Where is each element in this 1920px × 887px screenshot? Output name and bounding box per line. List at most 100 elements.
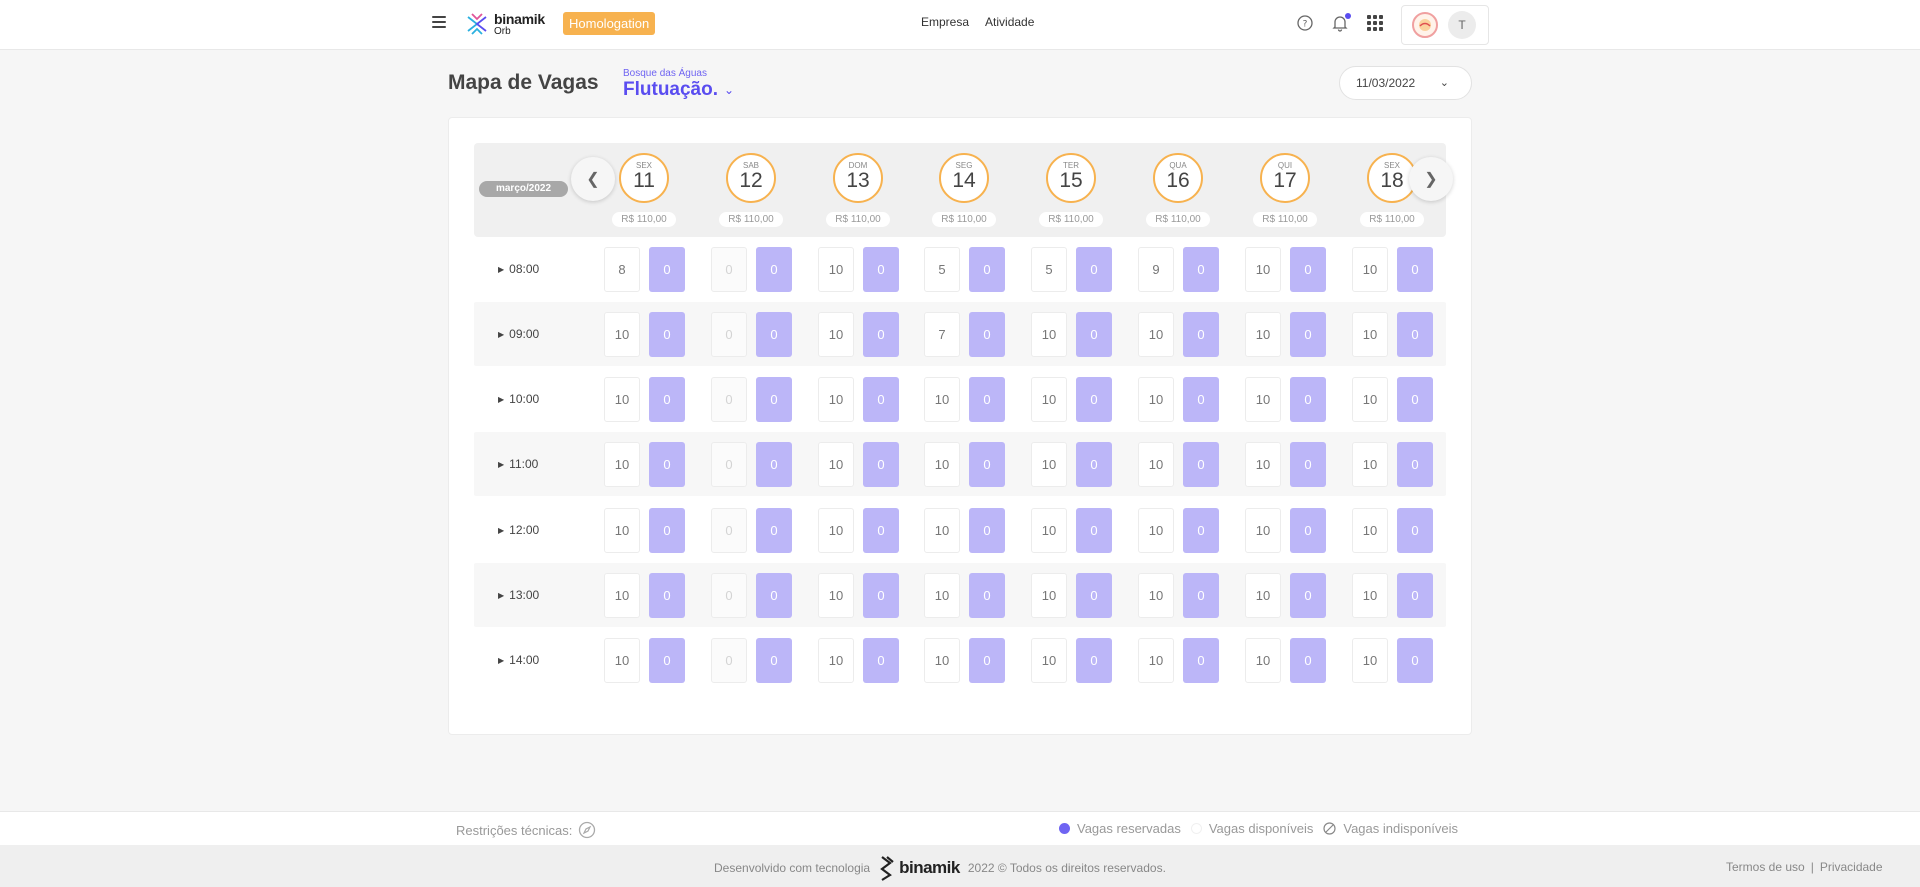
available-slots-cell[interactable]: 7 [924, 312, 960, 357]
reserved-slots-cell[interactable]: 0 [1183, 312, 1219, 357]
reserved-slots-cell[interactable]: 0 [756, 377, 792, 422]
available-slots-cell[interactable]: 10 [1245, 377, 1281, 422]
available-slots-cell[interactable]: 10 [1138, 573, 1174, 618]
available-slots-cell[interactable]: 10 [924, 638, 960, 683]
reserved-slots-cell[interactable]: 0 [756, 638, 792, 683]
reserved-slots-cell[interactable]: 0 [1183, 508, 1219, 553]
reserved-slots-cell[interactable]: 0 [863, 377, 899, 422]
available-slots-cell[interactable]: 10 [1031, 377, 1067, 422]
help-icon[interactable]: ? [1296, 14, 1314, 32]
reserved-slots-cell[interactable]: 0 [1076, 508, 1112, 553]
reserved-slots-cell[interactable]: 0 [1076, 442, 1112, 487]
available-slots-cell[interactable]: 10 [1352, 442, 1388, 487]
reserved-slots-cell[interactable]: 0 [649, 638, 685, 683]
reserved-slots-cell[interactable]: 0 [1183, 638, 1219, 683]
time-slot-toggle[interactable]: ▶ 12:00 [498, 523, 539, 537]
available-slots-cell[interactable]: 10 [924, 573, 960, 618]
reserved-slots-cell[interactable]: 0 [1397, 247, 1433, 292]
user-menu[interactable]: T [1401, 5, 1489, 45]
available-slots-cell[interactable]: 10 [604, 638, 640, 683]
reserved-slots-cell[interactable]: 0 [969, 573, 1005, 618]
available-slots-cell[interactable]: 10 [1352, 638, 1388, 683]
time-slot-toggle[interactable]: ▶ 13:00 [498, 588, 539, 602]
available-slots-cell[interactable]: 10 [604, 442, 640, 487]
available-slots-cell[interactable]: 10 [604, 312, 640, 357]
day-selector[interactable]: SEX 11 [619, 153, 669, 203]
reserved-slots-cell[interactable]: 0 [649, 508, 685, 553]
reserved-slots-cell[interactable]: 0 [969, 442, 1005, 487]
available-slots-cell[interactable]: 5 [924, 247, 960, 292]
reserved-slots-cell[interactable]: 0 [1183, 442, 1219, 487]
available-slots-cell[interactable]: 0 [711, 508, 747, 553]
available-slots-cell[interactable]: 10 [1245, 638, 1281, 683]
reserved-slots-cell[interactable]: 0 [649, 377, 685, 422]
reserved-slots-cell[interactable]: 0 [863, 508, 899, 553]
available-slots-cell[interactable]: 10 [818, 508, 854, 553]
available-slots-cell[interactable]: 10 [1352, 508, 1388, 553]
reserved-slots-cell[interactable]: 0 [756, 247, 792, 292]
reserved-slots-cell[interactable]: 0 [1290, 247, 1326, 292]
reserved-slots-cell[interactable]: 0 [969, 312, 1005, 357]
available-slots-cell[interactable]: 9 [1138, 247, 1174, 292]
reserved-slots-cell[interactable]: 0 [863, 638, 899, 683]
available-slots-cell[interactable]: 10 [1031, 638, 1067, 683]
available-slots-cell[interactable]: 10 [1245, 312, 1281, 357]
available-slots-cell[interactable]: 10 [604, 573, 640, 618]
menu-icon[interactable] [432, 16, 446, 28]
available-slots-cell[interactable]: 10 [1031, 312, 1067, 357]
available-slots-cell[interactable]: 10 [1138, 638, 1174, 683]
reserved-slots-cell[interactable]: 0 [1076, 573, 1112, 618]
reserved-slots-cell[interactable]: 0 [1290, 377, 1326, 422]
reserved-slots-cell[interactable]: 0 [1397, 312, 1433, 357]
reserved-slots-cell[interactable]: 0 [1290, 442, 1326, 487]
available-slots-cell[interactable]: 8 [604, 247, 640, 292]
nav-empresa[interactable]: Empresa [921, 15, 969, 29]
available-slots-cell[interactable]: 10 [1245, 508, 1281, 553]
reserved-slots-cell[interactable]: 0 [649, 247, 685, 292]
reserved-slots-cell[interactable]: 0 [756, 508, 792, 553]
available-slots-cell[interactable]: 10 [818, 638, 854, 683]
available-slots-cell[interactable]: 10 [1138, 377, 1174, 422]
reserved-slots-cell[interactable]: 0 [1290, 508, 1326, 553]
available-slots-cell[interactable]: 10 [1138, 442, 1174, 487]
day-selector[interactable]: QUI 17 [1260, 153, 1310, 203]
available-slots-cell[interactable]: 10 [1138, 508, 1174, 553]
notifications-button[interactable] [1331, 13, 1351, 32]
reserved-slots-cell[interactable]: 0 [1397, 508, 1433, 553]
reserved-slots-cell[interactable]: 0 [863, 247, 899, 292]
available-slots-cell[interactable]: 10 [818, 573, 854, 618]
reserved-slots-cell[interactable]: 0 [1290, 573, 1326, 618]
day-selector[interactable]: SAB 12 [726, 153, 776, 203]
available-slots-cell[interactable]: 10 [1245, 573, 1281, 618]
reserved-slots-cell[interactable]: 0 [863, 442, 899, 487]
reserved-slots-cell[interactable]: 0 [1183, 573, 1219, 618]
reserved-slots-cell[interactable]: 0 [756, 312, 792, 357]
available-slots-cell[interactable]: 5 [1031, 247, 1067, 292]
available-slots-cell[interactable]: 10 [1031, 508, 1067, 553]
available-slots-cell[interactable]: 0 [711, 312, 747, 357]
reserved-slots-cell[interactable]: 0 [1076, 377, 1112, 422]
available-slots-cell[interactable]: 0 [711, 377, 747, 422]
time-slot-toggle[interactable]: ▶ 09:00 [498, 327, 539, 341]
reserved-slots-cell[interactable]: 0 [969, 247, 1005, 292]
compass-icon[interactable] [578, 821, 596, 839]
available-slots-cell[interactable]: 10 [604, 377, 640, 422]
time-slot-toggle[interactable]: ▶ 08:00 [498, 262, 539, 276]
reserved-slots-cell[interactable]: 0 [1076, 638, 1112, 683]
reserved-slots-cell[interactable]: 0 [969, 377, 1005, 422]
reserved-slots-cell[interactable]: 0 [1290, 312, 1326, 357]
day-selector[interactable]: DOM 13 [833, 153, 883, 203]
available-slots-cell[interactable]: 10 [818, 247, 854, 292]
terms-link[interactable]: Termos de uso [1726, 860, 1805, 874]
date-picker[interactable]: 11/03/2022 ⌄ [1339, 66, 1472, 100]
available-slots-cell[interactable]: 10 [924, 442, 960, 487]
available-slots-cell[interactable]: 0 [711, 638, 747, 683]
reserved-slots-cell[interactable]: 0 [649, 573, 685, 618]
apps-grid-icon[interactable] [1366, 14, 1384, 32]
available-slots-cell[interactable]: 10 [1245, 247, 1281, 292]
available-slots-cell[interactable]: 10 [1031, 573, 1067, 618]
available-slots-cell[interactable]: 10 [818, 377, 854, 422]
available-slots-cell[interactable]: 10 [1352, 573, 1388, 618]
available-slots-cell[interactable]: 10 [1352, 377, 1388, 422]
available-slots-cell[interactable]: 10 [1352, 247, 1388, 292]
